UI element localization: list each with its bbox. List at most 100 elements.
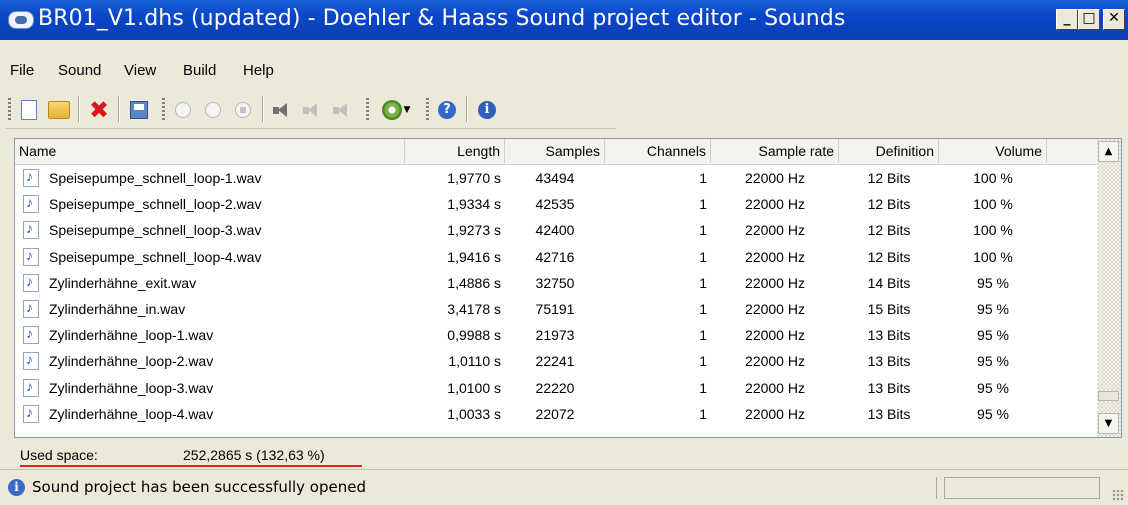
minimize-button[interactable]: _ <box>1056 9 1078 30</box>
cell-samples: 22220 <box>535 379 575 396</box>
cell-samples: 32750 <box>535 274 575 291</box>
audio-file-icon <box>23 378 39 397</box>
column-channels[interactable]: Channels <box>605 139 711 163</box>
table-row[interactable]: Speisepumpe_schnell_loop-4.wav 1,9416 s 42… <box>15 244 1097 270</box>
toolbar-separator <box>78 96 80 122</box>
menu-help[interactable]: Help <box>243 58 274 84</box>
cell-definition: 15 Bits <box>867 301 911 317</box>
table-row[interactable]: Zylinderhähne_loop-3.wav 1,0100 s 22220 1 22… <box>15 375 1097 401</box>
cell-rate: 22000 Hz <box>745 301 805 317</box>
cell-definition: 13 Bits <box>867 379 911 396</box>
info-icon: i <box>478 101 496 119</box>
cell-length: 3,4178 s <box>447 301 501 317</box>
table-row[interactable]: Speisepumpe_schnell_loop-3.wav 1,9273 s 42… <box>15 217 1097 243</box>
speaker-icon <box>272 102 294 118</box>
column-volume[interactable]: Volume <box>939 139 1047 163</box>
cell-length: 1,9770 s <box>447 170 501 186</box>
toolbar-grip[interactable] <box>8 98 11 120</box>
speaker-button-3[interactable] <box>330 97 356 123</box>
menu-sound[interactable]: Sound <box>58 58 101 84</box>
status-separator <box>936 477 937 499</box>
cell-length: 0,9988 s <box>447 327 501 344</box>
save-button[interactable] <box>126 97 152 123</box>
toolbar: ✖ ▼ ? i <box>6 92 616 129</box>
stop-icon <box>235 102 251 118</box>
audio-file-icon <box>23 247 39 266</box>
open-button[interactable] <box>46 97 72 123</box>
cell-samples: 22241 <box>535 353 575 370</box>
toolbar-grip[interactable] <box>162 98 165 120</box>
cell-rate: 22000 Hz <box>745 222 805 239</box>
new-button[interactable] <box>16 97 42 123</box>
resize-grip[interactable] <box>1112 489 1124 501</box>
table-row[interactable]: Speisepumpe_schnell_loop-2.wav 1,9334 s 42… <box>15 191 1097 217</box>
table-row[interactable]: Zylinderhähne_loop-2.wav 1,0110 s 22241 1 22… <box>15 348 1097 374</box>
toolbar-separator <box>466 96 468 122</box>
cell-length: 1,0100 s <box>447 379 501 396</box>
status-message: Sound project has been successfully open… <box>32 478 366 496</box>
column-samples[interactable]: Samples <box>505 139 605 163</box>
loop-button[interactable] <box>200 97 226 123</box>
info-button[interactable]: i <box>474 97 500 123</box>
cell-name: Zylinderhähne_loop-1.wav <box>49 327 214 344</box>
cell-name: Speisepumpe_schnell_loop-2.wav <box>49 196 262 213</box>
table-row[interactable]: Speisepumpe_schnell_loop-1.wav 1,9770 s 43… <box>15 165 1097 191</box>
maximize-button[interactable]: □ <box>1078 9 1100 30</box>
column-length[interactable]: Length <box>405 139 505 163</box>
used-space-value: 252,2865 s (132,63 %) <box>183 447 325 463</box>
cell-channels: 1 <box>699 301 707 317</box>
help-button[interactable]: ? <box>434 97 460 123</box>
delete-button[interactable]: ✖ <box>86 97 112 123</box>
cell-rate: 22000 Hz <box>745 405 805 422</box>
title-bar[interactable]: BR01_V1.dhs (updated) - Doehler & Haass … <box>0 0 1128 40</box>
cell-samples: 21973 <box>535 327 575 344</box>
speaker-dim-icon <box>302 102 324 118</box>
cell-length: 1,0110 s <box>448 353 501 370</box>
cell-rate: 22000 Hz <box>745 327 805 344</box>
toolbar-grip[interactable] <box>366 98 369 120</box>
menu-build[interactable]: Build <box>183 58 216 84</box>
cell-volume: 95 % <box>977 405 1009 422</box>
new-icon <box>21 100 37 120</box>
list-header: Name Length Samples Channels Sample rate… <box>15 139 1097 165</box>
stop-button[interactable] <box>230 97 256 123</box>
cell-name: Zylinderhähne_loop-2.wav <box>49 353 214 370</box>
cell-length: 1,9416 s <box>447 248 501 265</box>
play-button[interactable] <box>170 97 196 123</box>
menu-view[interactable]: View <box>124 58 156 84</box>
speaker-button[interactable] <box>270 97 296 123</box>
scroll-up-button[interactable]: ▲ <box>1098 141 1119 162</box>
column-definition[interactable]: Definition <box>839 139 939 163</box>
cell-name: Speisepumpe_schnell_loop-4.wav <box>49 248 262 265</box>
save-icon <box>130 101 148 119</box>
audio-file-icon <box>23 325 39 345</box>
close-button[interactable]: ✕ <box>1103 9 1125 30</box>
cell-volume: 100 % <box>973 248 1013 265</box>
speaker-button-2[interactable] <box>300 97 326 123</box>
vertical-scrollbar[interactable]: ▲ ▼ <box>1097 139 1121 437</box>
table-row[interactable]: Zylinderhähne_loop-4.wav 1,0033 s 22072 1 22… <box>15 401 1097 427</box>
play-icon <box>175 102 191 118</box>
cell-name: Speisepumpe_schnell_loop-1.wav <box>49 170 262 186</box>
cell-samples: 75191 <box>535 301 575 317</box>
cell-name: Zylinderhähne_loop-4.wav <box>49 405 214 422</box>
scroll-down-button[interactable]: ▼ <box>1098 413 1119 434</box>
column-sample-rate[interactable]: Sample rate <box>711 139 839 163</box>
speaker-dim-2-icon <box>332 102 354 118</box>
settings-dropdown-button[interactable]: ▼ <box>376 97 416 123</box>
table-row[interactable]: Zylinderhähne_exit.wav 1,4886 s 32750 1 2200… <box>15 270 1097 296</box>
cell-samples: 42716 <box>535 248 575 265</box>
cell-volume: 95 % <box>977 301 1009 317</box>
cell-volume: 95 % <box>977 327 1009 344</box>
menu-file[interactable]: File <box>10 58 34 84</box>
cell-definition: 12 Bits <box>867 170 911 186</box>
cell-volume: 95 % <box>977 274 1009 291</box>
info-icon: i <box>8 479 25 496</box>
scroll-thumb[interactable] <box>1098 391 1119 401</box>
column-name[interactable]: Name <box>15 139 405 163</box>
table-row[interactable]: Zylinderhähne_loop-1.wav 0,9988 s 21973 1 22… <box>15 322 1097 348</box>
table-row[interactable]: Zylinderhähne_in.wav 3,4178 s 75191 1 22000 … <box>15 296 1097 322</box>
toolbar-grip[interactable] <box>426 98 429 120</box>
toolbar-separator <box>262 96 264 122</box>
sound-list[interactable]: Name Length Samples Channels Sample rate… <box>14 138 1122 438</box>
